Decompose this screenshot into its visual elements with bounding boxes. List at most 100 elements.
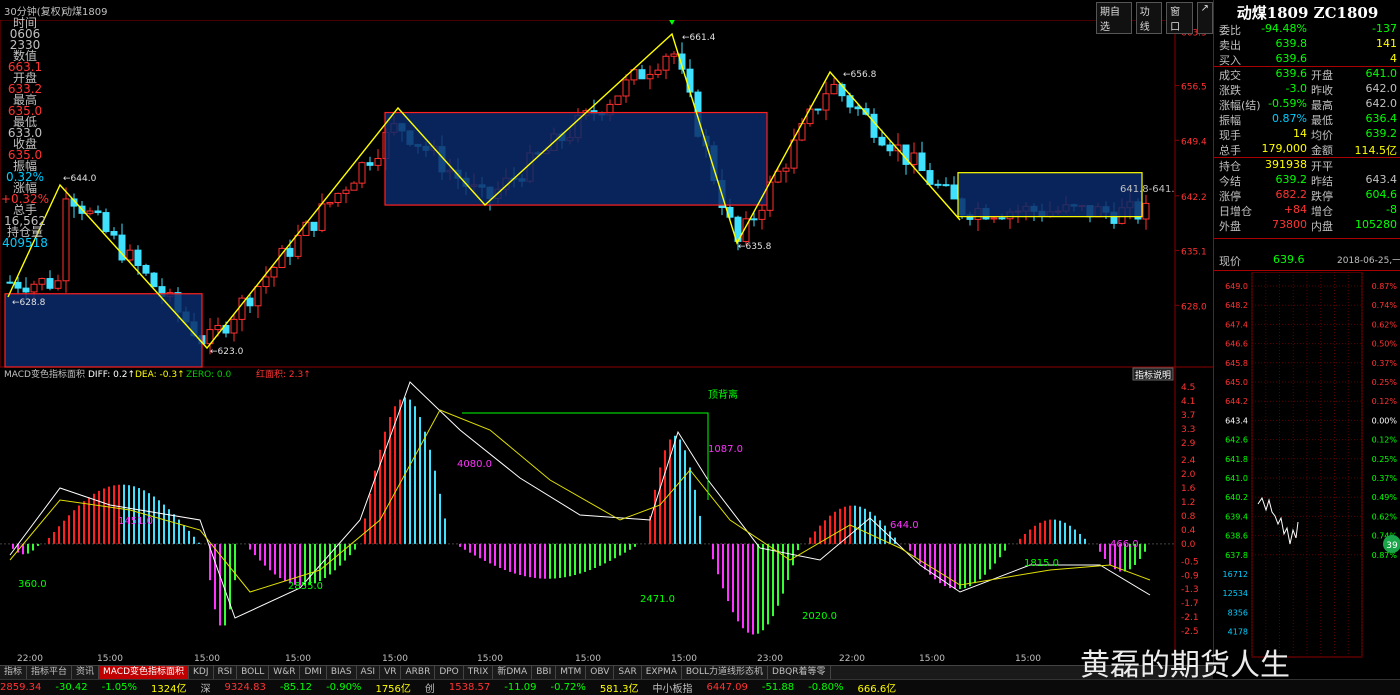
tab-5[interactable]: RSI xyxy=(214,666,238,679)
tab-19[interactable]: SAR xyxy=(614,666,642,679)
tab-9[interactable]: BIAS xyxy=(327,666,357,679)
divergence-bracket xyxy=(462,412,709,500)
candle-body xyxy=(262,276,270,288)
status-value: 666.6亿 xyxy=(857,684,897,695)
quote-cell: 金额 xyxy=(1311,144,1333,157)
quote-cell: 昨收 xyxy=(1311,84,1333,97)
quote-cell: 振幅 xyxy=(1219,114,1241,127)
macd-axis-label: -2.5 xyxy=(1181,627,1199,637)
candle-body xyxy=(6,281,14,284)
mini-left-label: 649.0 xyxy=(1225,282,1248,291)
macd-axis-label: 2.9 xyxy=(1181,439,1196,449)
tab-15[interactable]: 新DMA xyxy=(493,666,533,679)
price-now-label: 现价 xyxy=(1219,255,1241,268)
tab-11[interactable]: VR xyxy=(380,666,402,679)
mini-price-line xyxy=(1257,496,1299,545)
macd-diff-line xyxy=(9,381,1151,619)
candle-body xyxy=(830,83,838,95)
quote-cell: 14 xyxy=(1293,127,1307,140)
tab-6[interactable]: BOLL xyxy=(237,666,270,679)
quote-cell: 636.4 xyxy=(1365,112,1398,125)
mini-left-label: 8356 xyxy=(1228,608,1248,617)
candle-body xyxy=(30,283,38,293)
candle-body xyxy=(654,69,662,75)
quote-cell: 增仓 xyxy=(1311,205,1333,218)
quote-cell: 639.2 xyxy=(1365,127,1398,140)
window-button-0[interactable]: 期自选 xyxy=(1096,2,1132,34)
tab-4[interactable]: KDJ xyxy=(189,666,214,679)
tab-10[interactable]: ASI xyxy=(357,666,381,679)
quote-cell: 外盘 xyxy=(1219,220,1241,233)
quote-cell: 涨幅(结) xyxy=(1219,99,1261,112)
tab-16[interactable]: BBI xyxy=(532,666,557,679)
mini-left-label: 639.4 xyxy=(1225,512,1248,521)
range-box xyxy=(957,172,1143,218)
quote-cell: 641.0 xyxy=(1365,67,1398,80)
boxes-layer xyxy=(4,111,1143,368)
candle-body xyxy=(102,212,110,233)
mini-right-label: 0.49% xyxy=(1372,493,1398,502)
quote-row: 卖出 639.8 141 xyxy=(1217,37,1400,52)
quote-cell: 昨结 xyxy=(1311,175,1333,188)
status-value: -1.05% xyxy=(101,682,137,693)
quote-cell: 内盘 xyxy=(1311,220,1333,233)
swing-label: ←644.0 xyxy=(63,174,97,184)
candle-body xyxy=(310,221,318,231)
tab-3[interactable]: MACD变色指标面积 xyxy=(99,666,190,679)
quote-cell: 委比 xyxy=(1219,24,1241,37)
tab-17[interactable]: MTM xyxy=(556,666,587,679)
candle-body xyxy=(662,55,670,71)
candle-body xyxy=(334,192,342,203)
quote-cell: 成交 xyxy=(1219,69,1241,82)
mini-right-label: 0.87% xyxy=(1372,282,1398,291)
tab-7[interactable]: W&R xyxy=(269,666,301,679)
tab-8[interactable]: DMI xyxy=(300,666,327,679)
candle-body xyxy=(782,167,790,172)
crosshair-info-panel: 时间 0606 2330 数值 663.1 开盘 633.2 最高 635.0 最低 633.0 收盘… xyxy=(0,17,50,268)
tab-13[interactable]: DPO xyxy=(435,666,464,679)
mini-right-label: 0.37% xyxy=(1372,474,1398,483)
mini-left-label: 645.0 xyxy=(1225,378,1248,387)
tab-22[interactable]: DBQR着等零 xyxy=(768,666,831,679)
macd-axis-label: 1.2 xyxy=(1181,498,1195,508)
quote-cell: 4 xyxy=(1390,52,1397,65)
status-value: 581.3亿 xyxy=(599,684,639,695)
mini-left-label: 640.2 xyxy=(1225,493,1248,502)
quote-cell: 0.87% xyxy=(1272,112,1307,125)
tab-2[interactable]: 资讯 xyxy=(72,666,100,679)
status-value: -0.72% xyxy=(550,682,586,693)
macd-area-label: 1451.0 xyxy=(118,516,153,527)
window-button-3[interactable]: ↗ xyxy=(1196,2,1213,34)
tab-20[interactable]: EXPMA xyxy=(642,666,682,679)
mini-left-label: 644.2 xyxy=(1225,397,1248,406)
tab-18[interactable]: OBV xyxy=(586,666,615,679)
candle-body xyxy=(14,281,22,289)
tab-12[interactable]: ARBR xyxy=(401,666,436,679)
swing-label: ←628.8 xyxy=(12,298,46,308)
window-button-1[interactable]: 功线 xyxy=(1135,2,1163,34)
tab-0[interactable]: 指标 xyxy=(0,666,28,679)
price-now-value: 639.6 xyxy=(1273,253,1305,266)
timestamp: 2018-06-25,一 xyxy=(1337,256,1400,266)
quote-row: 涨停 682.2 跌停 604.6 xyxy=(1217,188,1400,203)
macd-area-label: 466.0 xyxy=(1110,539,1139,550)
quote-cell: -94.48% xyxy=(1261,22,1307,35)
swing-label: ←635.8 xyxy=(738,242,772,252)
candle-body xyxy=(342,189,350,194)
tab-21[interactable]: BOLL力道线形态机 xyxy=(682,666,769,679)
quote-cell: +84 xyxy=(1283,203,1307,216)
tab-14[interactable]: TRIX xyxy=(464,666,494,679)
window-buttons: 期自选 功线 窗口 ↗ xyxy=(1096,2,1213,34)
candle-body xyxy=(294,234,302,257)
quote-cell: 105280 xyxy=(1355,218,1397,231)
mini-right-label: 0.12% xyxy=(1372,436,1398,445)
indicator-tabs: 指标 指标平台 资讯 MACD变色指标面积 KDJ RSI BOLL W&R DMI BIAS AS… xyxy=(0,665,1213,679)
status-value: 9324.83 xyxy=(224,682,266,693)
mini-left-label: 4178 xyxy=(1228,628,1248,637)
window-button-2[interactable]: 窗口 xyxy=(1166,2,1193,34)
candle-body xyxy=(686,68,694,93)
tab-1[interactable]: 指标平台 xyxy=(27,666,73,679)
macd-axis-label: 2.0 xyxy=(1181,470,1196,480)
candle-body xyxy=(910,152,918,165)
candle-body xyxy=(934,183,942,186)
